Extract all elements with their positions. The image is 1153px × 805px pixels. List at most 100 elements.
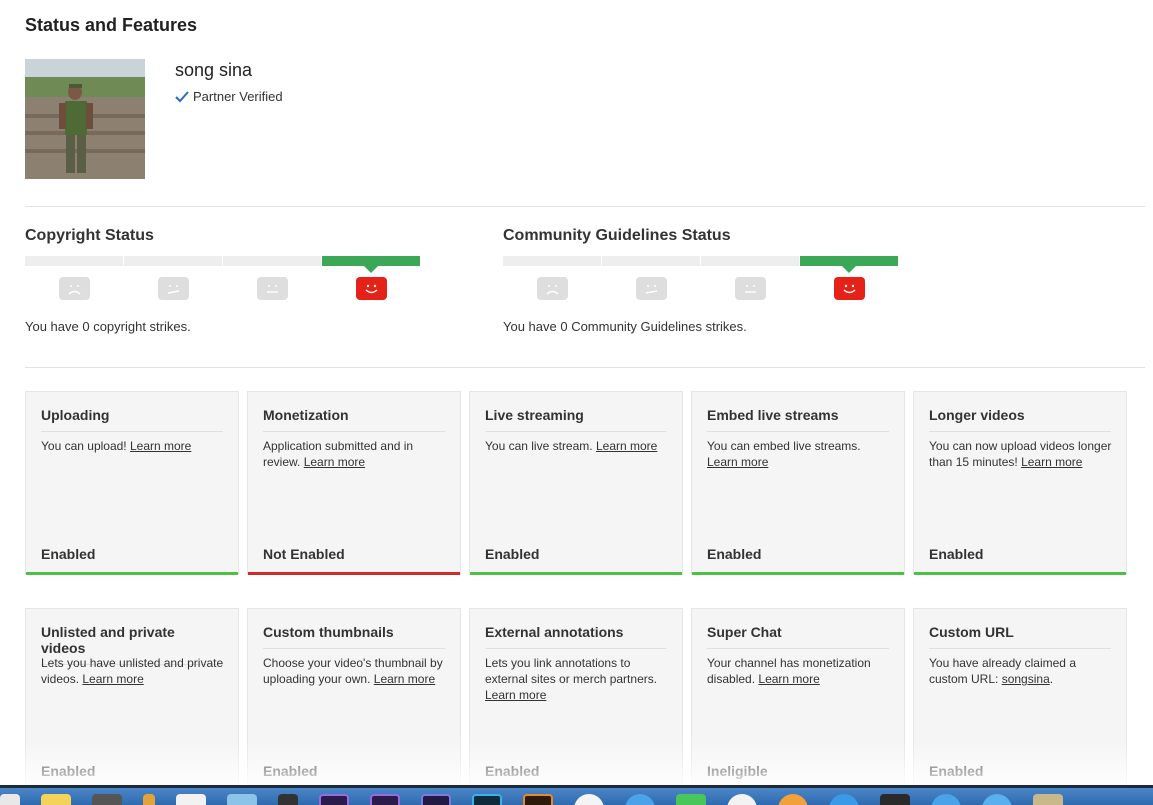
copyright-status-text: You have 0 copyright strikes. — [25, 319, 191, 334]
card-description: Lets you link annotations to external si… — [485, 656, 658, 702]
divider — [25, 206, 1145, 207]
card-title: Custom thumbnails — [263, 624, 445, 649]
feature-card-monetization: Monetization Application submitted and i… — [247, 391, 461, 575]
flat-face-icon — [257, 277, 288, 300]
card-title: Live streaming — [485, 407, 667, 432]
neutral-face-icon — [158, 277, 189, 300]
dock — [0, 785, 1153, 805]
card-description: Your channel has monetization disabled. … — [707, 656, 871, 686]
learn-more-link[interactable]: Learn more — [1021, 455, 1082, 469]
custom-url-link[interactable]: songsina — [1002, 672, 1050, 686]
calendar-app-icon[interactable] — [0, 794, 20, 805]
card-status: Enabled — [485, 546, 540, 562]
status-bar — [692, 572, 904, 575]
card-status: Enabled — [41, 763, 96, 779]
feature-card-external-annotations: External annotations Lets you link annot… — [469, 608, 683, 792]
learn-more-link[interactable]: Learn more — [304, 455, 365, 469]
folder-app-icon[interactable] — [1033, 794, 1063, 805]
feature-card-live-streaming: Live streaming You can live stream. Lear… — [469, 391, 683, 575]
community-faces — [503, 277, 900, 300]
learn-more-link[interactable]: Learn more — [707, 455, 768, 469]
card-status: Not Enabled — [263, 546, 345, 562]
card-description: You have already claimed a custom URL: s… — [929, 656, 1076, 686]
community-status-title: Community Guidelines Status — [503, 227, 731, 244]
feature-card-custom-thumbnails: Custom thumbnails Choose your video's th… — [247, 608, 461, 792]
learn-more-link[interactable]: Learn more — [374, 672, 435, 686]
app-store-app-icon[interactable] — [829, 794, 859, 805]
safari-app-icon[interactable] — [625, 794, 655, 805]
photoshop-app-icon[interactable] — [472, 794, 502, 805]
feature-card-custom-url: Custom URL You have already claimed a cu… — [913, 608, 1127, 792]
community-status: Community Guidelines Status You have 0 C… — [503, 227, 903, 334]
checkmark-icon — [175, 90, 189, 102]
card-title: Uploading — [41, 407, 223, 432]
feature-card-unlisted-private: Unlisted and private videos Lets you hav… — [25, 608, 239, 792]
document-app-icon[interactable] — [176, 794, 206, 805]
card-status: Enabled — [485, 763, 540, 779]
preview-app-icon[interactable] — [227, 794, 257, 805]
card-description: Lets you have unlisted and private video… — [41, 656, 224, 686]
ibooks-app-icon[interactable] — [778, 794, 808, 805]
status-bar — [914, 572, 1126, 575]
strike-segment-active — [800, 256, 898, 273]
happy-face-icon — [834, 277, 865, 300]
status-bar — [248, 572, 460, 575]
strike-segment — [223, 256, 321, 266]
learn-more-link[interactable]: Learn more — [82, 672, 143, 686]
happy-face-icon — [356, 277, 387, 300]
community-status-text: You have 0 Community Guidelines strikes. — [503, 319, 747, 334]
card-title: Monetization — [263, 407, 445, 432]
learn-more-link[interactable]: Learn more — [596, 439, 657, 453]
premiere-rush-app-icon[interactable] — [370, 794, 400, 805]
strike-segment-active — [322, 256, 420, 273]
clapper-app-icon[interactable] — [92, 794, 122, 805]
status-bar — [470, 572, 682, 575]
partner-verified: Partner Verified — [175, 89, 283, 104]
card-status: Enabled — [707, 546, 762, 562]
stylus-app-icon[interactable] — [278, 794, 298, 805]
status-bar — [26, 572, 238, 575]
globe-app-icon[interactable] — [982, 794, 1012, 805]
divider — [25, 367, 1145, 368]
strike-segment — [503, 256, 601, 266]
photos-app-icon[interactable] — [574, 794, 604, 805]
flat-face-icon — [735, 277, 766, 300]
activity-monitor-app-icon[interactable] — [880, 794, 910, 805]
strike-segment — [602, 256, 700, 266]
itunes-app-icon[interactable] — [727, 794, 757, 805]
card-description: Application submitted and in review. Lea… — [263, 439, 414, 469]
messages-app-icon[interactable] — [676, 794, 706, 805]
card-title: External annotations — [485, 624, 667, 649]
feature-card-uploading: Uploading You can upload! Learn more Ena… — [25, 391, 239, 575]
feature-card-longer-videos: Longer videos You can now upload videos … — [913, 391, 1127, 575]
card-description: You can now upload videos longer than 15… — [929, 439, 1112, 469]
notes-app-icon[interactable] — [41, 794, 71, 805]
card-title: Longer videos — [929, 407, 1111, 432]
card-status: Enabled — [929, 763, 984, 779]
card-description: You can upload! Learn more — [41, 439, 192, 453]
premiere-app-icon[interactable] — [319, 794, 349, 805]
after-effects-app-icon[interactable] — [421, 794, 451, 805]
card-description: Choose your video's thumbnail by uploadi… — [263, 656, 443, 686]
card-title: Embed live streams — [707, 407, 889, 432]
learn-more-link[interactable]: Learn more — [758, 672, 819, 686]
settings-app-icon[interactable] — [931, 794, 961, 805]
learn-more-link[interactable]: Learn more — [485, 688, 546, 702]
verified-label: Partner Verified — [193, 89, 283, 104]
learn-more-link[interactable]: Learn more — [130, 439, 191, 453]
illustrator-app-icon[interactable] — [523, 794, 553, 805]
strike-segment — [701, 256, 799, 266]
strike-segment — [124, 256, 222, 266]
card-title: Super Chat — [707, 624, 889, 649]
card-title: Custom URL — [929, 624, 1111, 649]
card-status: Enabled — [929, 546, 984, 562]
strike-segment — [25, 256, 123, 266]
community-strike-bar — [503, 256, 900, 273]
channel-name: song sina — [175, 60, 253, 80]
card-status: Enabled — [41, 546, 96, 562]
card-description: You can live stream. Learn more — [485, 439, 658, 453]
card-description: You can embed live streams. Learn more — [707, 439, 861, 469]
copyright-status-title: Copyright Status — [25, 227, 154, 244]
avatar[interactable] — [25, 59, 145, 179]
pencil-app-icon[interactable] — [143, 794, 155, 805]
